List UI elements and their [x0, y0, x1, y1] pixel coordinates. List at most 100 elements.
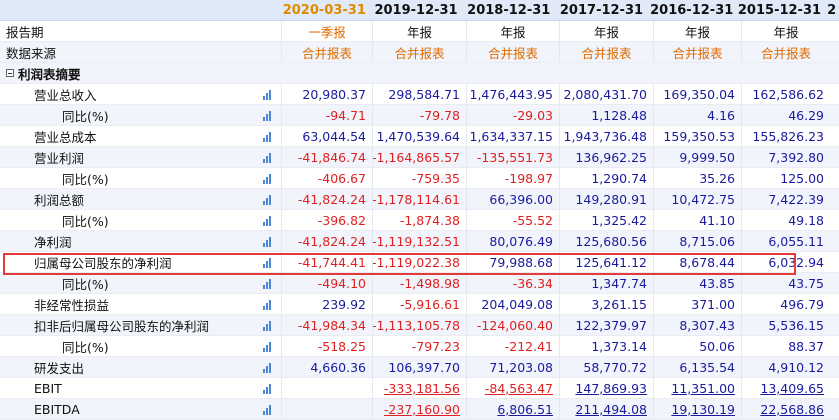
table-row[interactable]: 同比(%) -518.25 -797.23 -212.41 1,373.14 50.06 8…	[0, 336, 839, 357]
meta-row: 数据来源 合并报表 合并报表 合并报表 合并报表 合并报表 合并报表	[0, 42, 839, 63]
bar-chart-icon[interactable]	[263, 237, 273, 247]
value-cell: -1,874.38	[372, 210, 466, 230]
row-label-text: 研发支出	[34, 360, 85, 376]
value-cell: 298,584.71	[372, 84, 466, 104]
value-cell[interactable]: 147,869.93	[559, 378, 653, 398]
value-cell: 8,715.06	[653, 231, 741, 251]
value-cell: 1,347.74	[559, 273, 653, 293]
bar-chart-icon[interactable]	[263, 90, 273, 100]
value-cell[interactable]: -333,181.56	[372, 378, 466, 398]
value-cell: -1,498.98	[372, 273, 466, 293]
value-cell: -1,119,022.38	[372, 252, 466, 272]
table-row[interactable]: 非经常性损益 239.92 -5,916.61 204,049.08 3,261.15 3…	[0, 294, 839, 315]
period-header-2017-12-31[interactable]: 2017-12-31	[554, 0, 647, 20]
meta-row-label: 数据来源	[6, 45, 57, 61]
bar-chart-icon[interactable]	[263, 384, 273, 394]
value-cell: 162,586.62	[741, 84, 830, 104]
row-label-text: 扣非后归属母公司股东的净利润	[34, 318, 210, 334]
table-row[interactable]: 同比(%) -94.71 -79.78 -29.03 1,128.48 4.16 46.29	[0, 105, 839, 126]
value-cell: -94.71	[281, 105, 372, 125]
value-cell: 6,135.54	[653, 357, 741, 377]
value-cell: 7,392.80	[741, 147, 830, 167]
table-row[interactable]: 营业总成本 63,044.54 1,470,539.64 1,634,337.15 1,…	[0, 126, 839, 147]
table-row[interactable]: 扣非后归属母公司股东的净利润 -41,984.34 -1,113,105.78 -12…	[0, 315, 839, 336]
collapse-toggle-icon[interactable]	[6, 69, 14, 77]
value-cell: 43.85	[653, 273, 741, 293]
table-row[interactable]: EBIT -333,181.56 -84,563.47 147,869.93 11,35…	[0, 378, 839, 399]
value-cell[interactable]: -237,160.90	[372, 399, 466, 419]
value-cell: -494.10	[281, 273, 372, 293]
bar-chart-icon[interactable]	[263, 405, 273, 415]
value-cell: 80,076.49	[466, 231, 559, 251]
bar-chart-icon[interactable]	[263, 300, 273, 310]
value-cell: -1,113,105.78	[372, 315, 466, 335]
value-cell: 1,290.74	[559, 168, 653, 188]
value-cell: 1,634,337.15	[466, 126, 559, 146]
bar-chart-icon[interactable]	[263, 195, 273, 205]
value-cell[interactable]: 19,130.19	[653, 399, 741, 419]
value-cell: 20,980.37	[281, 84, 372, 104]
table-row[interactable]: 研发支出 4,660.36 106,397.70 71,203.08 58,770.72…	[0, 357, 839, 378]
row-label: 同比(%)	[0, 210, 281, 230]
period-header-2020-03-31[interactable]: 2020-03-31	[278, 0, 369, 20]
bar-chart-icon[interactable]	[263, 363, 273, 373]
table-row[interactable]: 归属母公司股东的净利润 -41,744.41 -1,119,022.38 79,988…	[0, 252, 839, 273]
value-cell: 4.16	[653, 105, 741, 125]
value-cell: -55.52	[466, 210, 559, 230]
bar-chart-icon[interactable]	[263, 111, 273, 121]
value-cell[interactable]: 6,806.51	[466, 399, 559, 419]
period-header-2016-12-31[interactable]: 2016-12-31	[647, 0, 735, 20]
period-header-2019-12-31[interactable]: 2019-12-31	[368, 0, 462, 20]
value-cell: 125,641.12	[559, 252, 653, 272]
meta-value: 合并报表	[653, 42, 741, 62]
bar-chart-icon[interactable]	[263, 258, 273, 268]
section-title[interactable]: 利润表摘要	[0, 63, 281, 83]
period-header-2018-12-31[interactable]: 2018-12-31	[462, 0, 554, 20]
value-cell: 88.37	[741, 336, 830, 356]
value-cell[interactable]: -84,563.47	[466, 378, 559, 398]
meta-row-label: 报告期	[6, 24, 44, 40]
value-cell: -1,164,865.57	[372, 147, 466, 167]
value-cell: 4,660.36	[281, 357, 372, 377]
bar-chart-icon[interactable]	[263, 279, 273, 289]
value-cell: 371.00	[653, 294, 741, 314]
row-label: 营业总收入	[0, 84, 281, 104]
table-row[interactable]: 营业总收入 20,980.37 298,584.71 1,476,443.95 2,08…	[0, 84, 839, 105]
row-label: 同比(%)	[0, 168, 281, 188]
value-cell: 66,396.00	[466, 189, 559, 209]
value-cell[interactable]: 22,568.86	[741, 399, 830, 419]
bar-chart-icon[interactable]	[263, 153, 273, 163]
table-row[interactable]: 同比(%) -406.67 -759.35 -198.97 1,290.74 35.26 1…	[0, 168, 839, 189]
value-cell[interactable]: 13,409.65	[741, 378, 830, 398]
section-label: 利润表摘要	[18, 66, 81, 82]
table-row[interactable]: 同比(%) -396.82 -1,874.38 -55.52 1,325.42 41.10…	[0, 210, 839, 231]
value-cell: 169,350.04	[653, 84, 741, 104]
row-label-text: 营业利润	[34, 150, 85, 166]
section-row-income-summary[interactable]: 利润表摘要	[0, 63, 839, 84]
value-cell: 8,678.44	[653, 252, 741, 272]
bar-chart-icon[interactable]	[263, 132, 273, 142]
table-row[interactable]: 营业利润 -41,846.74 -1,164,865.57 -135,551.73 13…	[0, 147, 839, 168]
meta-value: 年报	[741, 21, 830, 41]
bar-chart-icon[interactable]	[263, 342, 273, 352]
period-header-2015-12-31[interactable]: 2015-12-31	[734, 0, 823, 20]
value-cell[interactable]: 11,351.00	[653, 378, 741, 398]
value-cell: 125.00	[741, 168, 830, 188]
bar-chart-icon[interactable]	[263, 321, 273, 331]
meta-value: 一季报	[281, 21, 372, 41]
value-cell: -212.41	[466, 336, 559, 356]
row-label: 归属母公司股东的净利润	[0, 252, 281, 272]
value-cell: -79.78	[372, 105, 466, 125]
table-row[interactable]: 利润总额 -41,824.24 -1,178,114.61 66,396.00 149,…	[0, 189, 839, 210]
table-row[interactable]: EBITDA -237,160.90 6,806.51 211,494.08 19,13…	[0, 399, 839, 420]
value-cell: 6,032.94	[741, 252, 830, 272]
value-cell	[281, 399, 372, 419]
value-cell: 1,325.42	[559, 210, 653, 230]
bar-chart-icon[interactable]	[263, 174, 273, 184]
table-row[interactable]: 净利润 -41,824.24 -1,119,132.51 80,076.49 125,6…	[0, 231, 839, 252]
meta-value: 合并报表	[372, 42, 466, 62]
bar-chart-icon[interactable]	[263, 216, 273, 226]
table-row[interactable]: 同比(%) -494.10 -1,498.98 -36.34 1,347.74 43.85…	[0, 273, 839, 294]
value-cell: 7,422.39	[741, 189, 830, 209]
value-cell[interactable]: 211,494.08	[559, 399, 653, 419]
